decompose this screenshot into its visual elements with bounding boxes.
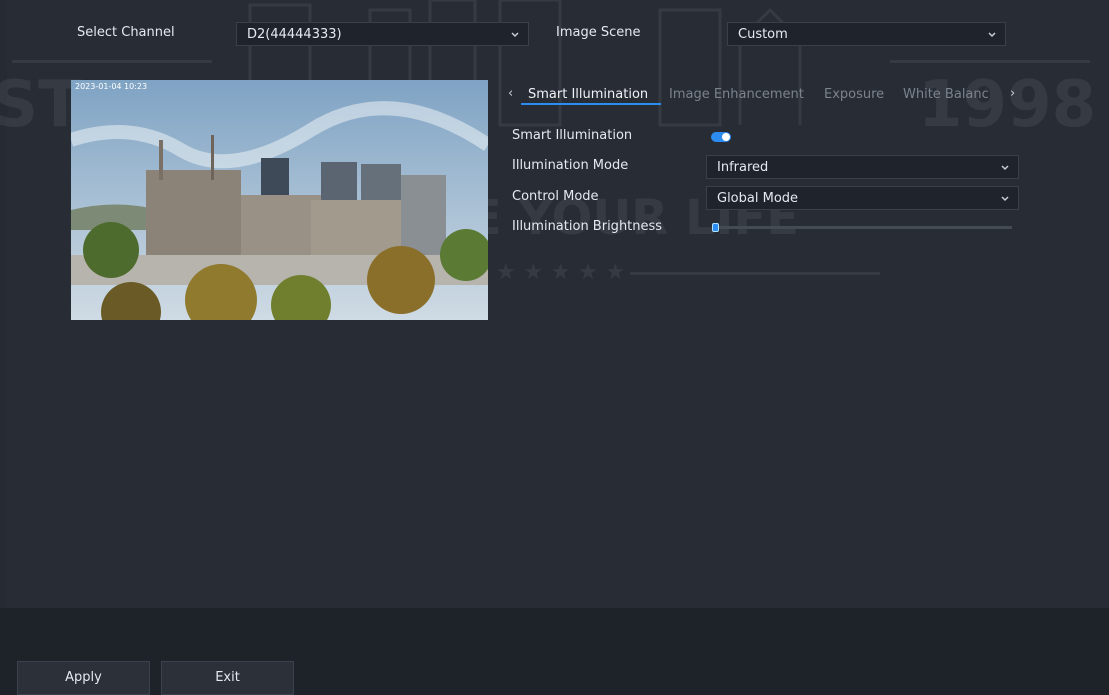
control-mode-label: Control Mode: [512, 189, 599, 204]
chevron-left-icon[interactable]: ‹: [508, 86, 513, 101]
illumination-mode-value: Infrared: [717, 160, 769, 175]
select-channel-label: Select Channel: [77, 25, 175, 40]
tab-smart-illumination[interactable]: Smart Illumination: [528, 87, 648, 102]
chevron-down-icon: [1001, 165, 1009, 171]
channel-select[interactable]: D2(44444333): [236, 22, 529, 46]
smart-illumination-toggle[interactable]: [711, 132, 731, 142]
illumination-mode-label: Illumination Mode: [512, 158, 629, 173]
control-mode-value: Global Mode: [717, 191, 799, 206]
chevron-right-icon[interactable]: ›: [1010, 86, 1015, 101]
camera-preview-image: [71, 80, 488, 320]
smart-illumination-label: Smart Illumination: [512, 128, 633, 143]
illumination-mode-select[interactable]: Infrared: [706, 155, 1019, 179]
channel-select-value: D2(44444333): [247, 27, 342, 42]
image-scene-select[interactable]: Custom: [727, 22, 1006, 46]
image-scene-value: Custom: [738, 27, 788, 42]
chevron-down-icon: [988, 32, 996, 38]
brightness-slider-handle[interactable]: [712, 223, 719, 232]
tab-image-enhancement[interactable]: Image Enhancement: [669, 87, 804, 102]
chevron-down-icon: [1001, 196, 1009, 202]
exit-button[interactable]: Exit: [161, 661, 294, 695]
preview-timestamp: 2023-01-04 10:23: [75, 82, 148, 91]
image-scene-label: Image Scene: [556, 25, 641, 40]
camera-preview: 2023-01-04 10:23: [71, 80, 488, 320]
tab-exposure[interactable]: Exposure: [824, 87, 884, 102]
brightness-slider-track[interactable]: [712, 226, 1012, 229]
active-tab-indicator: [521, 103, 661, 105]
chevron-down-icon: [511, 32, 519, 38]
control-mode-select[interactable]: Global Mode: [706, 186, 1019, 210]
apply-button[interactable]: Apply: [17, 661, 150, 695]
toggle-knob: [722, 133, 730, 141]
tab-white-balance[interactable]: White Balanc: [903, 87, 989, 102]
illumination-brightness-label: Illumination Brightness: [512, 219, 663, 234]
